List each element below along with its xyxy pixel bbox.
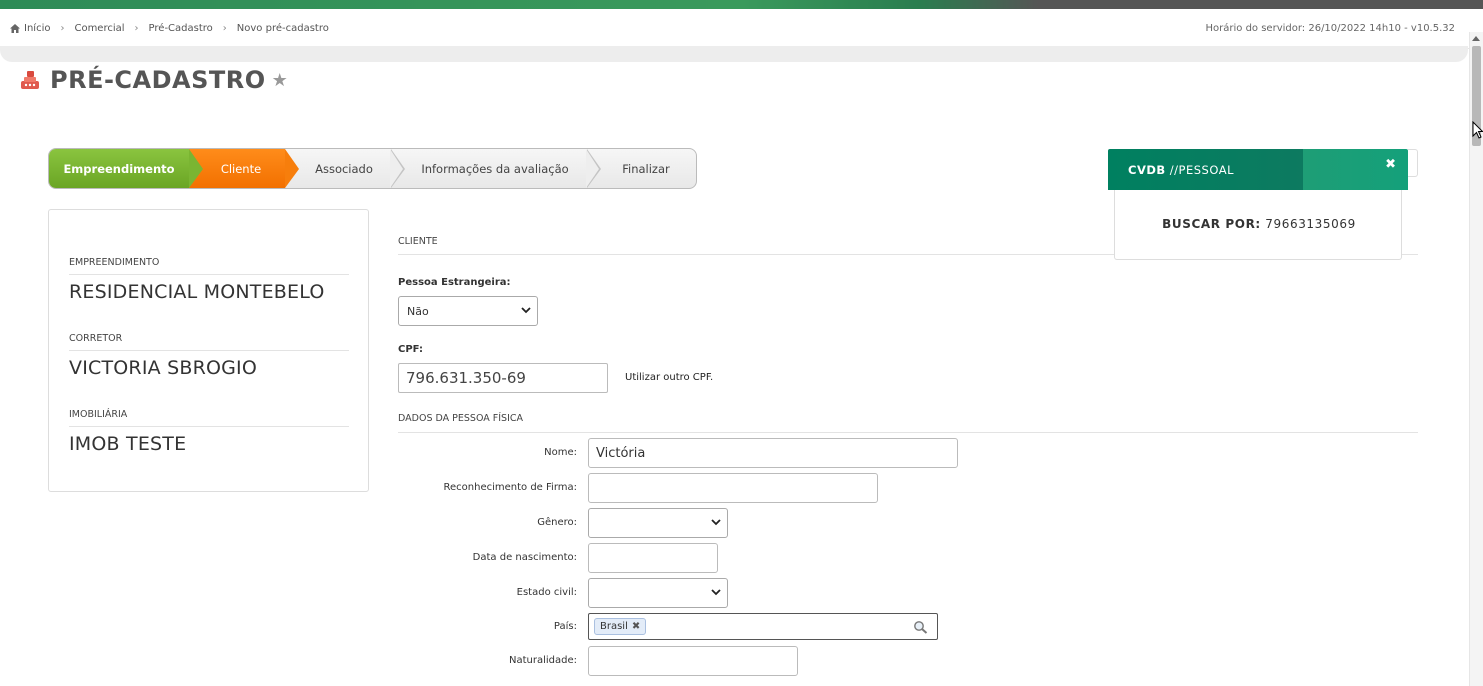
breadcrumb-inicio[interactable]: Início <box>24 23 50 34</box>
imobiliaria-value: IMOB TESTE <box>69 433 187 455</box>
popup-search-label: BUSCAR POR: <box>1162 217 1261 231</box>
chevron-down-icon <box>711 519 721 526</box>
popup-search-text: BUSCAR POR: 79663135069 <box>1115 217 1403 231</box>
imobiliaria-label: IMOBILIÁRIA <box>69 409 128 420</box>
breadcrumb-pre-cadastro[interactable]: Pré-Cadastro <box>149 23 213 34</box>
nome-value: Victória <box>596 445 646 461</box>
mouse-cursor-icon <box>1472 120 1483 143</box>
popup-title: CVDB //PESSOAL <box>1128 163 1234 177</box>
breadcrumb: Início › Comercial › Pré-Cadastro › Novo… <box>10 23 329 34</box>
reconhecimento-firma-label: Reconhecimento de Firma: <box>443 482 577 493</box>
genero-select[interactable] <box>588 508 728 538</box>
pais-label: País: <box>553 621 577 632</box>
corretor-value: VICTORIA SBROGIO <box>69 357 258 379</box>
popup-body: BUSCAR POR: 79663135069 <box>1114 190 1402 260</box>
server-time: Horário do servidor: 26/10/2022 14h10 - … <box>1205 23 1455 34</box>
corretor-label: CORRETOR <box>69 333 123 344</box>
close-icon[interactable]: ✖ <box>1385 157 1396 172</box>
page-title: PRÉ-CADASTRO ★ <box>18 66 288 94</box>
reconhecimento-firma-input[interactable] <box>588 473 878 503</box>
remove-tag-icon[interactable]: ✖ <box>632 621 640 632</box>
star-icon[interactable]: ★ <box>272 70 288 91</box>
cvdb-popup: CVDB //PESSOAL ✖ BUSCAR POR: 79663135069 <box>1108 149 1408 260</box>
step-associado[interactable]: Associado <box>299 149 389 188</box>
popup-title-light: //PESSOAL <box>1165 163 1234 177</box>
chevron-down-icon <box>711 589 721 596</box>
divider <box>69 350 349 351</box>
step-cliente[interactable]: Cliente <box>189 149 285 188</box>
chevron-down-icon <box>521 307 531 314</box>
wizard-steps: Empreendimento Cliente Associado Informa… <box>48 148 697 189</box>
empreendimento-label: EMPREENDIMENTO <box>69 257 160 268</box>
estado-civil-label: Estado civil: <box>516 587 577 598</box>
scroll-up-arrow[interactable] <box>1472 36 1480 41</box>
divider <box>69 274 349 275</box>
cash-register-icon <box>18 68 42 92</box>
pessoa-estrangeira-value: Não <box>407 304 429 318</box>
pessoa-estrangeira-label: Pessoa Estrangeira: <box>398 277 511 288</box>
pais-tag-brasil[interactable]: Brasil ✖ <box>594 618 647 635</box>
popup-title-bold: CVDB <box>1128 163 1166 177</box>
page-title-text: PRÉ-CADASTRO <box>50 66 266 94</box>
nome-label: Nome: <box>544 447 577 458</box>
chevron-right-icon: › <box>134 23 139 34</box>
step-informacoes-avaliacao[interactable]: Informações da avaliação <box>405 149 585 188</box>
nome-input[interactable]: Victória <box>588 438 958 468</box>
step-arrow <box>285 149 299 188</box>
step-arrow <box>189 149 203 188</box>
estado-civil-select[interactable] <box>588 578 728 608</box>
naturalidade-label: Naturalidade: <box>508 655 577 666</box>
popup-header: CVDB //PESSOAL ✖ <box>1108 149 1408 190</box>
pais-tag-label: Brasil <box>600 621 628 632</box>
step-empreendimento[interactable]: Empreendimento <box>49 149 189 188</box>
chevron-right-icon: › <box>60 23 65 34</box>
chevron-right-icon: › <box>222 23 227 34</box>
home-icon <box>10 24 20 33</box>
naturalidade-input[interactable] <box>588 646 798 676</box>
cpf-input[interactable]: 796.631.350-69 <box>398 363 608 393</box>
data-nascimento-input[interactable] <box>588 543 718 573</box>
data-nascimento-label: Data de nascimento: <box>472 552 577 563</box>
header-shadow <box>0 46 1468 62</box>
cpf-value: 796.631.350-69 <box>406 369 526 387</box>
divider <box>398 432 1418 433</box>
cpf-label: CPF: <box>398 344 423 355</box>
section-pessoa-fisica-heading: DADOS DA PESSOA FÍSICA <box>398 413 524 424</box>
breadcrumb-novo: Novo pré-cadastro <box>236 23 329 34</box>
step-finalizar[interactable]: Finalizar <box>601 149 691 188</box>
top-color-bar <box>0 0 1483 9</box>
step-divider <box>586 149 599 188</box>
divider <box>69 426 349 427</box>
panel-edge <box>1408 149 1418 177</box>
section-cliente-heading: CLIENTE <box>398 236 438 247</box>
pessoa-estrangeira-select[interactable]: Não <box>398 296 538 326</box>
popup-search-value: 79663135069 <box>1265 217 1356 231</box>
outro-cpf-link[interactable]: Utilizar outro CPF. <box>625 372 713 383</box>
empreendimento-value: RESIDENCIAL MONTEBELO <box>69 281 325 303</box>
search-icon <box>913 619 928 638</box>
step-divider <box>390 149 403 188</box>
genero-label: Gênero: <box>537 517 577 528</box>
breadcrumb-comercial[interactable]: Comercial <box>74 23 124 34</box>
